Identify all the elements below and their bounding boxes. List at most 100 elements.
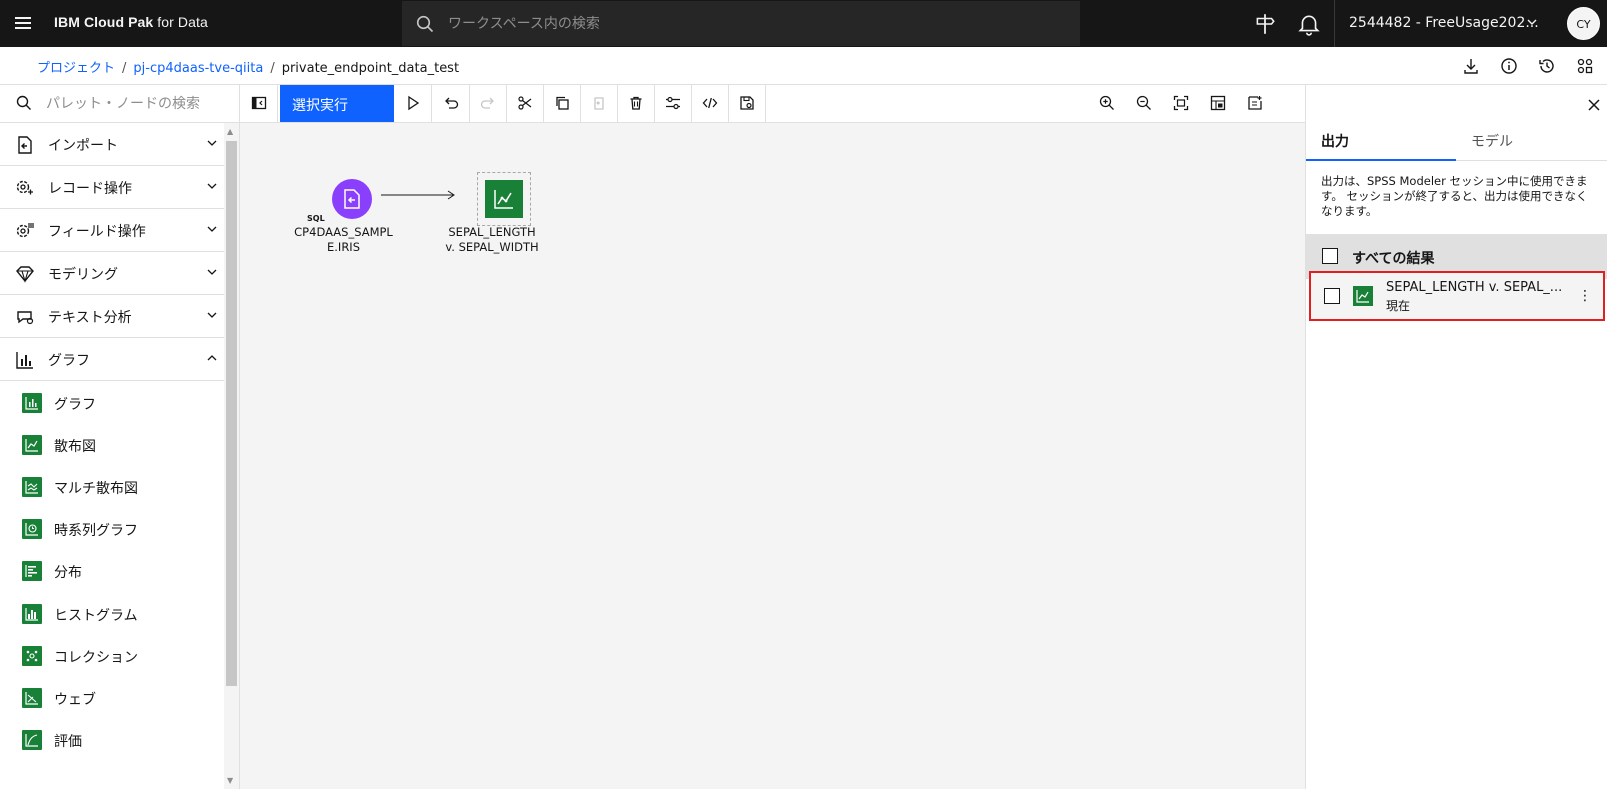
graph-node-icon [22,393,42,413]
redo-button[interactable] [469,85,507,122]
scroll-up-arrow-icon[interactable]: ▲ [227,127,233,136]
cut-button[interactable] [506,85,544,122]
scroll-down-arrow-icon[interactable]: ▼ [227,776,233,785]
category-label: フィールド操作 [48,224,146,240]
run-button[interactable] [394,85,432,122]
chevron-down-icon [1527,19,1537,25]
node-label: グラフ [54,397,96,413]
breadcrumb-projects[interactable]: プロジェクト [37,61,115,76]
flow-canvas[interactable]: SQL CP4DAAS_SAMPL E.IRIS SEPAL_LENGTH v.… [240,123,1305,789]
palette-node-histogram[interactable]: ヒストグラム [0,593,224,636]
add-comment-icon [1248,96,1262,110]
node-label: ウェブ [54,692,96,708]
breadcrumb-separator: / [122,61,127,76]
code-button[interactable] [691,85,729,122]
download-icon[interactable] [1461,56,1481,76]
node-label: マルチ散布図 [54,481,138,497]
result-title: SEPAL_LENGTH v. SEPAL_... [1386,280,1563,295]
chevron-down-icon [207,140,217,146]
palette-node-scatter[interactable]: 散布図 [0,424,224,467]
palette-node-graph[interactable]: グラフ [0,382,224,425]
product-name[interactable]: IBM Cloud Pak for Data [54,14,208,30]
palette-node-web[interactable]: ウェブ [0,677,224,720]
palette-search-input[interactable] [46,85,226,122]
category-record-ops[interactable]: レコード操作 [0,166,224,209]
select-all-checkbox[interactable] [1322,248,1338,264]
category-import[interactable]: インポート [0,123,224,166]
category-graphs[interactable]: グラフ [0,338,224,381]
breadcrumb-separator: / [270,61,275,76]
category-field-ops[interactable]: フィールド操作 [0,209,224,252]
category-label: グラフ [48,353,90,369]
scrollbar-thumb[interactable] [226,141,237,686]
tab-models[interactable]: モデル [1456,125,1607,161]
fit-to-screen-icon [1173,95,1189,111]
palette-node-multiplot[interactable]: マルチ散布図 [0,466,224,509]
zoom-in-icon [1099,95,1114,110]
category-text-analytics[interactable]: テキスト分析 [0,295,224,338]
save-as-button[interactable] [728,85,766,122]
paste-icon [594,97,604,110]
histogram-icon [22,604,42,624]
data-asset-import-icon [344,189,360,209]
canvas-toolbar: 選択実行 [240,85,1305,123]
zoom-in-button[interactable] [1088,85,1126,122]
category-label: レコード操作 [48,181,132,197]
annotation-button[interactable] [1236,85,1274,122]
category-label: インポート [48,138,118,154]
distribution-icon [22,561,42,581]
undo-button[interactable] [432,85,470,122]
copy-icon [556,96,569,110]
overflow-menu-icon[interactable]: ⋮ [1577,287,1593,305]
result-checkbox[interactable] [1324,288,1340,304]
copy-button[interactable] [543,85,581,122]
notification-bell-icon[interactable] [1297,12,1321,36]
code-icon [702,97,718,109]
account-switcher[interactable]: 2544482 - FreeUsage202... [1334,0,1556,47]
palette-node-timeplot[interactable]: 時系列グラフ [0,508,224,551]
diamond-icon [16,266,34,283]
workspace-search-input[interactable] [448,1,1068,46]
chevron-down-icon [207,269,217,275]
toggle-palette-button[interactable] [240,85,278,122]
scatter-plot-icon [22,435,42,455]
scissors-icon [518,96,532,110]
source-data-node[interactable] [332,179,372,219]
panel-tabs: 出力 モデル [1306,125,1607,161]
fit-to-screen-button[interactable] [1162,85,1200,122]
tab-outputs[interactable]: 出力 [1306,125,1456,161]
breadcrumb-bar: プロジェクト / pj-cp4daas-tve-qiita / private_endp… [0,47,1607,85]
paste-button[interactable] [580,85,618,122]
palette-scrollbar[interactable]: ▲ ▼ [224,123,239,789]
minimap-button[interactable] [1199,85,1237,122]
sql-badge: SQL [307,214,325,223]
hamburger-menu-icon[interactable] [12,12,34,34]
category-modeling[interactable]: モデリング [0,252,224,295]
output-result-row[interactable]: SEPAL_LENGTH v. SEPAL_... 現在 ⋮ [1309,271,1605,321]
save-settings-icon [740,96,754,110]
outputs-description: 出力は、SPSS Modeler セッション中に使用できます。 セッションが終了… [1321,174,1588,218]
delete-button[interactable] [617,85,655,122]
information-icon[interactable] [1499,56,1519,76]
palette-node-collection[interactable]: コレクション [0,635,224,678]
sliders-icon [666,96,680,110]
all-results-label: すべての結果 [1352,251,1435,267]
record-ops-icon [16,180,33,195]
web-icon [22,688,42,708]
zoom-out-button[interactable] [1125,85,1163,122]
settings-button[interactable] [654,85,692,122]
breadcrumb-project[interactable]: pj-cp4daas-tve-qiita [133,61,263,76]
palette-node-evaluation[interactable]: 評価 [0,719,224,762]
node-label: コレクション [54,650,138,666]
user-avatar[interactable]: CY [1567,7,1600,40]
flow-settings-icon[interactable] [1575,56,1595,76]
close-icon[interactable] [1586,97,1602,113]
plot-node[interactable] [477,172,531,226]
node-label: 時系列グラフ [54,523,138,539]
signpost-icon[interactable] [1253,12,1277,36]
label-line: SEPAL_LENGTH [448,225,536,239]
history-icon[interactable] [1537,56,1557,76]
run-selection-button[interactable]: 選択実行 [280,85,394,122]
redo-icon [480,97,494,109]
palette-node-distribution[interactable]: 分布 [0,550,224,593]
